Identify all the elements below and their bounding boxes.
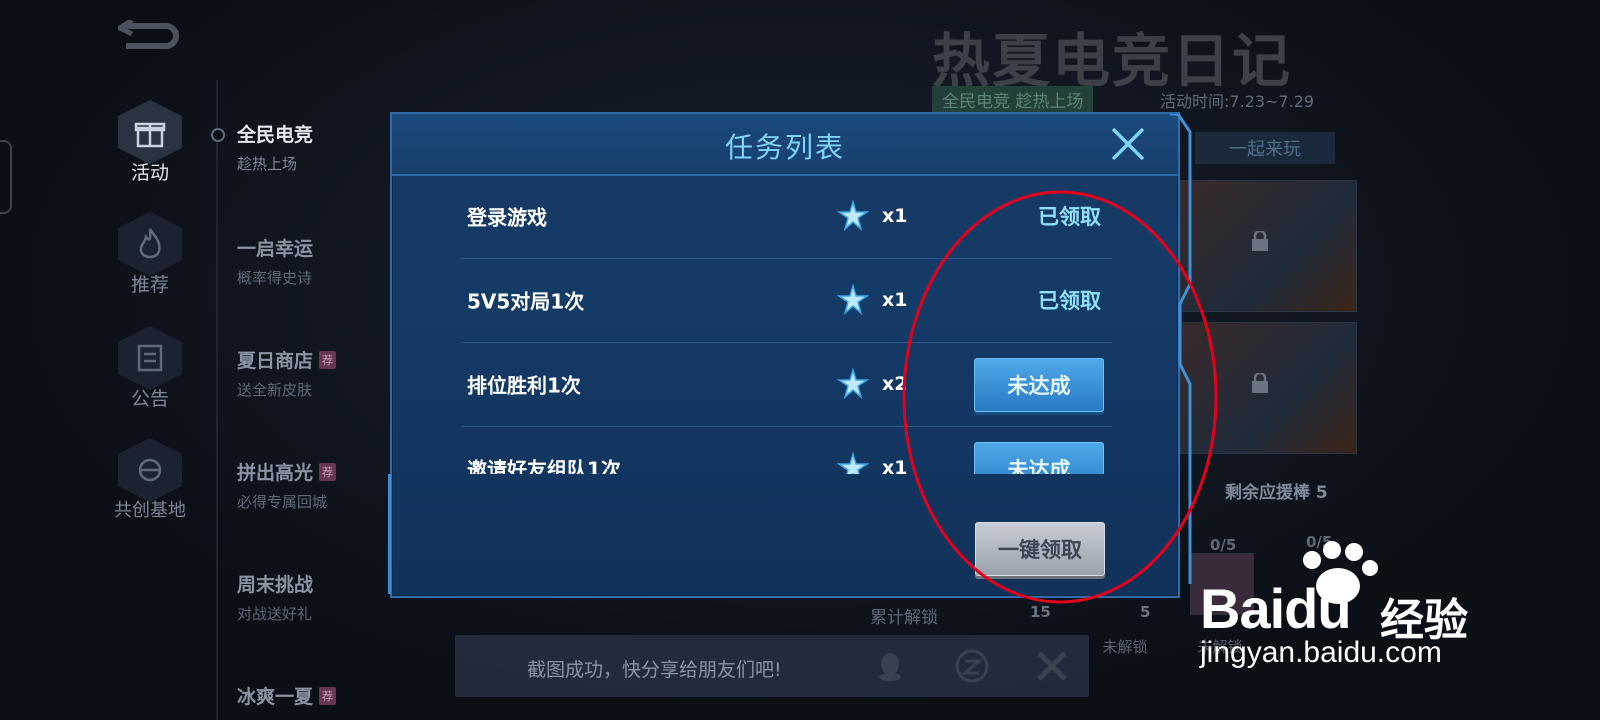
play-together-tab[interactable]: 一起来玩 bbox=[1195, 132, 1335, 164]
task-status-claimed: 已领取 bbox=[1038, 289, 1101, 313]
notice-icon bbox=[118, 326, 182, 390]
task-quantity: x1 bbox=[882, 205, 908, 227]
activity-item[interactable]: 拼出高光荐 必得专属回城 bbox=[237, 458, 387, 512]
watermark-url: jingyan.baidu.com bbox=[1200, 636, 1442, 669]
remaining-support: 剩余应援棒 5 bbox=[1225, 483, 1328, 503]
activity-item[interactable]: 一启幸运 概率得史诗 bbox=[237, 234, 387, 288]
nav-divider bbox=[216, 80, 218, 720]
activity-item[interactable]: 夏日商店荐 送全新皮肤 bbox=[237, 346, 387, 400]
share-toast: 截图成功，快分享给朋友们吧! bbox=[455, 635, 1089, 697]
activity-subtitle: 趁热上场 bbox=[237, 155, 298, 173]
activity-subtitle: 送全新皮肤 bbox=[237, 381, 313, 399]
nav-item-recommend[interactable]: 推荐 bbox=[100, 212, 200, 297]
task-row: 排位胜利1次 x2 未达成 bbox=[462, 342, 1112, 427]
activity-item[interactable]: 周末挑战 对战送好礼 bbox=[237, 570, 387, 624]
qzone-icon[interactable] bbox=[955, 649, 989, 683]
task-quantity: x1 bbox=[882, 289, 908, 311]
task-list[interactable]: 登录游戏 x1 已领取 5V5对局1次 x1 已领取 排位胜利1次 x2 未达成… bbox=[462, 174, 1112, 474]
recommend-badge: 荐 bbox=[319, 686, 337, 705]
event-banner-subtitle: 全民电竞 趁热上场 bbox=[932, 86, 1094, 113]
dialog-header: 任务列表 bbox=[392, 114, 1178, 176]
side-tab-handle[interactable] bbox=[0, 140, 12, 214]
claim-all-button[interactable]: 一键领取 bbox=[975, 522, 1105, 576]
close-icon[interactable] bbox=[1110, 126, 1146, 162]
task-quantity: x1 bbox=[882, 457, 908, 474]
lock-icon bbox=[1252, 373, 1268, 393]
gift-icon bbox=[118, 100, 182, 164]
nav-item-community[interactable]: 共创基地 bbox=[100, 438, 200, 522]
activity-subtitle: 对战送好礼 bbox=[237, 605, 313, 623]
star-reward-icon bbox=[837, 284, 869, 316]
locked-reward-card[interactable] bbox=[1180, 322, 1357, 454]
task-row: 5V5对局1次 x1 已领取 bbox=[462, 258, 1112, 343]
activity-item[interactable]: 冰爽一夏荐 bbox=[237, 682, 387, 709]
task-row: 登录游戏 x1 已领取 bbox=[462, 174, 1112, 259]
activity-title: 周末挑战 bbox=[237, 574, 314, 596]
back-arrow-icon[interactable] bbox=[118, 20, 180, 52]
nav-item-activity[interactable]: 活动 bbox=[100, 100, 200, 185]
toast-message: 截图成功，快分享给朋友们吧! bbox=[527, 659, 782, 681]
baidu-watermark: Baidu 经验 jingyan.baidu.com bbox=[1200, 540, 1490, 670]
event-time: 活动时间:7.23~7.29 bbox=[1160, 92, 1315, 111]
star-reward-icon bbox=[837, 452, 869, 474]
recommend-badge: 荐 bbox=[319, 462, 337, 481]
activity-title: 冰爽一夏 bbox=[237, 686, 314, 708]
community-icon bbox=[118, 438, 182, 502]
flame-icon bbox=[118, 212, 182, 276]
unlock-status: 未解锁 bbox=[1102, 638, 1148, 656]
activity-title: 一启幸运 bbox=[237, 238, 314, 260]
task-row: 邀请好友组队1次 x1 未达成 bbox=[462, 426, 1112, 474]
task-name: 登录游戏 bbox=[467, 205, 547, 230]
dialog-title: 任务列表 bbox=[724, 131, 845, 164]
activity-subtitle: 必得专属回城 bbox=[237, 493, 328, 511]
lock-icon bbox=[1252, 231, 1268, 251]
locked-reward-card[interactable] bbox=[1180, 180, 1357, 312]
task-not-completed-button[interactable]: 未达成 bbox=[974, 442, 1104, 474]
active-dot-icon bbox=[211, 128, 225, 142]
close-icon[interactable] bbox=[1035, 649, 1069, 683]
activity-subtitle: 概率得史诗 bbox=[237, 269, 313, 287]
tile-count: 5 bbox=[1140, 603, 1151, 621]
activity-item[interactable]: 全民电竞 趁热上场 bbox=[237, 120, 387, 174]
task-name: 排位胜利1次 bbox=[467, 373, 581, 398]
task-name: 邀请好友组队1次 bbox=[467, 457, 621, 475]
frame-decoration bbox=[388, 474, 401, 594]
task-quantity: x2 bbox=[882, 373, 908, 395]
task-status-claimed: 已领取 bbox=[1038, 205, 1101, 229]
qq-icon[interactable] bbox=[873, 649, 907, 683]
recommend-badge: 荐 bbox=[319, 350, 337, 369]
nav-item-notice[interactable]: 公告 bbox=[100, 326, 200, 411]
frame-decoration bbox=[1170, 114, 1192, 584]
task-not-completed-button[interactable]: 未达成 bbox=[974, 358, 1104, 412]
star-reward-icon bbox=[837, 200, 869, 232]
star-reward-icon bbox=[837, 368, 869, 400]
activity-title: 夏日商店 bbox=[237, 350, 314, 372]
watermark-brand: Baidu bbox=[1200, 577, 1352, 640]
activity-title: 拼出高光 bbox=[237, 462, 314, 484]
accumulate-unlock-label: 累计解锁 bbox=[870, 608, 938, 628]
tile-count: 15 bbox=[1030, 603, 1051, 621]
task-list-dialog: 任务列表 登录游戏 x1 已领取 5V5对局1次 x1 已领取 排位胜利1次 x… bbox=[388, 112, 1192, 598]
activity-title: 全民电竞 bbox=[237, 124, 314, 146]
task-name: 5V5对局1次 bbox=[467, 289, 585, 314]
